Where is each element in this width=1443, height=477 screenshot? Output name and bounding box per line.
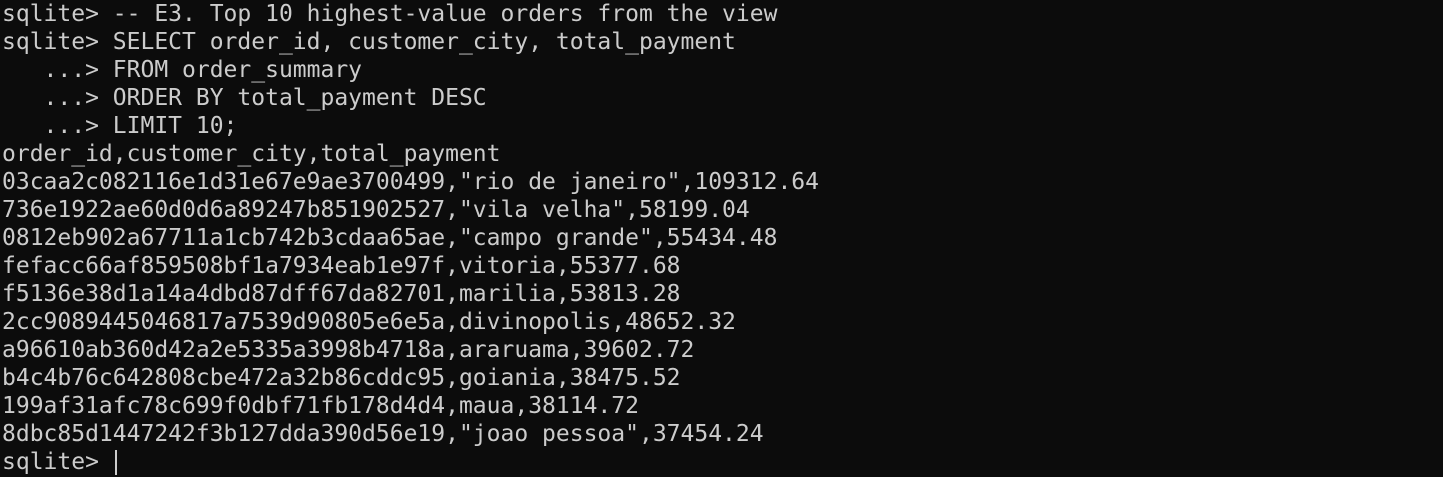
input-line[interactable]: sqlite> [2, 448, 1443, 476]
command-line: sqlite> -- E3. Top 10 highest-value orde… [2, 1, 778, 27]
result-row: 736e1922ae60d0d6a89247b851902527,"vila v… [2, 197, 750, 223]
command-line: ...> LIMIT 10; [2, 113, 238, 139]
result-row: f5136e38d1a14a4dbd87dff67da82701,marilia… [2, 281, 681, 307]
result-row: a96610ab360d42a2e5335a3998b4718a,araruam… [2, 337, 695, 363]
prompt: sqlite> [2, 449, 113, 475]
result-row: 2cc9089445046817a7539d90805e6e5a,divinop… [2, 309, 736, 335]
command-line: ...> FROM order_summary [2, 57, 363, 83]
result-row: 03caa2c082116e1d31e67e9ae3700499,"rio de… [2, 169, 819, 195]
result-row: 199af31afc78c699f0dbf71fb178d4d4,maua,38… [2, 393, 639, 419]
terminal-window[interactable]: sqlite> -- E3. Top 10 highest-value orde… [0, 0, 1443, 477]
result-row: fefacc66af859508bf1a7934eab1e97f,vitoria… [2, 253, 681, 279]
result-header: order_id,customer_city,total_payment [2, 141, 501, 167]
result-row: 0812eb902a67711a1cb742b3cdaa65ae,"campo … [2, 225, 778, 251]
result-row: b4c4b76c642808cbe472a32b86cddc95,goiania… [2, 365, 681, 391]
command-line: ...> ORDER BY total_payment DESC [2, 85, 487, 111]
command-line: sqlite> SELECT order_id, customer_city, … [2, 29, 736, 55]
result-row: 8dbc85d1447242f3b127dda390d56e19,"joao p… [2, 421, 764, 447]
text-cursor [114, 450, 117, 475]
